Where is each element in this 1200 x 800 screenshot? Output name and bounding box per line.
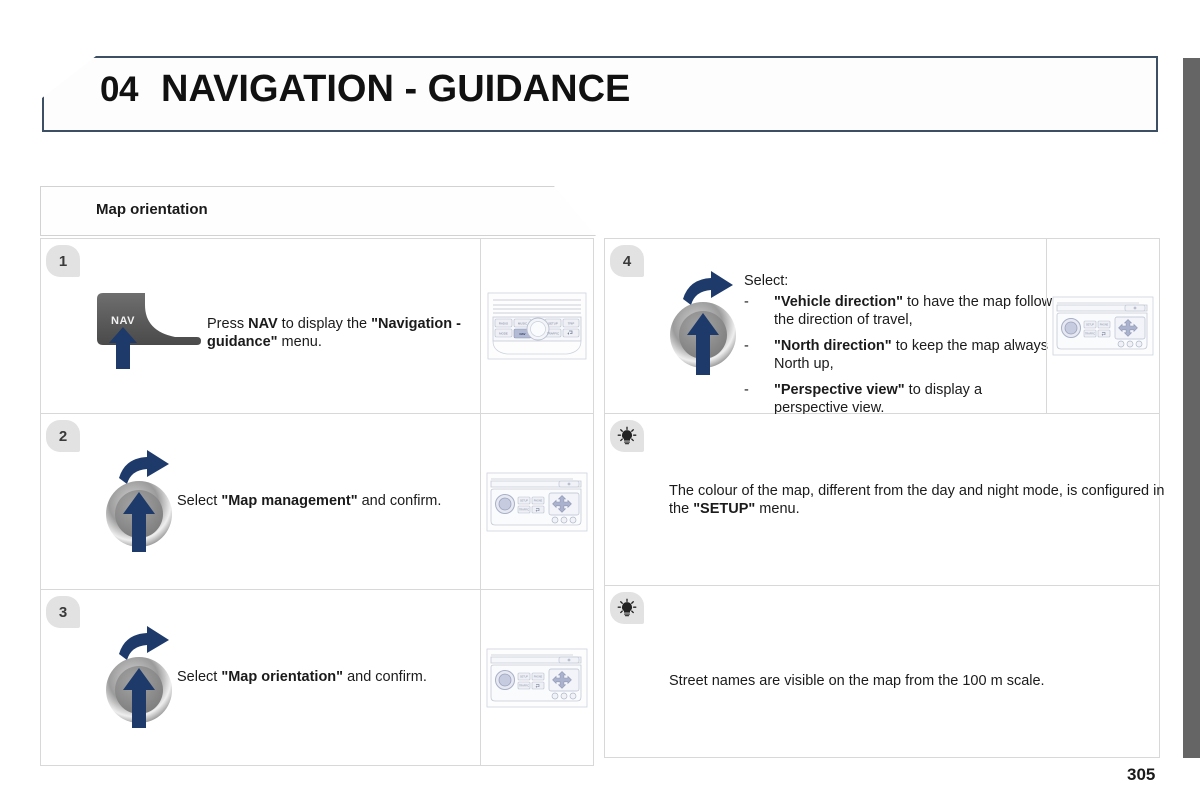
svg-text:NAV: NAV <box>520 332 526 336</box>
step-badge-2: 2 <box>46 420 80 452</box>
rotary-knob-icon <box>89 448 189 558</box>
chapter-number: 04 <box>100 70 138 109</box>
svg-text:TRAFFIC: TRAFFIC <box>519 684 529 687</box>
rotary-knob-icon <box>89 624 189 734</box>
svg-text:TRAFFIC: TRAFFIC <box>1085 333 1095 336</box>
step-3-text-content: Select "Map orientation" and confirm. <box>177 669 427 685</box>
bullet-text: "Perspective view" to display a perspect… <box>774 382 983 416</box>
svg-text:PHONE: PHONE <box>534 499 543 502</box>
step-row-3: 3 Select "Map orientation" and confirm. … <box>40 590 594 766</box>
lightbulb-icon <box>610 420 644 452</box>
step-row-1: 1 NAV Press NAV to display the "Navigati… <box>40 238 594 414</box>
step-badge-3: 3 <box>46 596 80 628</box>
tip-2-text-content: Street names are visible on the map from… <box>669 673 1045 689</box>
svg-text:SETUP: SETUP <box>520 675 528 678</box>
rotary-knob-icon <box>653 269 753 381</box>
chapter-title: NAVIGATION - GUIDANCE <box>161 68 631 110</box>
bullet-dash: - <box>744 294 749 310</box>
tip-2-text: Street names are visible on the map from… <box>669 672 1169 690</box>
step-4-bullet-list: - "Vehicle direction" to have the map fol… <box>744 293 1054 425</box>
step-1-text: Press NAV to display the "Navigation - g… <box>207 315 477 351</box>
svg-text:NAV: NAV <box>111 315 135 327</box>
svg-text:MODE: MODE <box>499 332 508 336</box>
svg-text:TRIP: TRIP <box>568 322 575 326</box>
step-2-text: Select "Map management" and confirm. <box>177 492 507 510</box>
step-row-2: 2 Select "Map management" and confirm. S… <box>40 414 594 590</box>
tip-1-text-content: The colour of the map, different from th… <box>669 483 1165 517</box>
step-4-content: 4 Select: - "Vehicle direction" to have … <box>605 239 1052 416</box>
step-3-picture: SETUP PHONE TRAFFIC <box>480 590 593 765</box>
bullet-text: "North direction" to keep the map always… <box>774 338 1049 372</box>
radio-panel-dpad-illustration: SETUP PHONE TRAFFIC <box>486 472 588 531</box>
tip-row-1: The colour of the map, different from th… <box>604 414 1164 586</box>
step-1-content: 1 NAV Press NAV to display the "Navigati… <box>41 239 480 413</box>
right-column: 4 Select: - "Vehicle direction" to have … <box>604 238 1164 758</box>
step-1-text-content: Press NAV to display the "Navigation - g… <box>207 316 461 350</box>
step-badge-1: 1 <box>46 245 80 277</box>
step-1-picture: RADIO MUSIC SETUP TRIP MODE NAV TRAFFIC <box>480 239 593 413</box>
svg-text:TRAFFIC: TRAFFIC <box>547 332 559 336</box>
page-edge-bar <box>1183 58 1200 758</box>
nav-key-icon: NAV <box>89 291 209 371</box>
page-number: 305 <box>1127 765 1156 784</box>
tip-row-2: Street names are visible on the map from… <box>604 586 1160 758</box>
step-4-bullet-2: - "North direction" to keep the map alway… <box>744 337 1054 373</box>
svg-text:PHONE: PHONE <box>534 675 543 678</box>
svg-text:MUSIC: MUSIC <box>518 322 527 326</box>
step-4-picture: SETUP PHONE TRAFFIC <box>1046 239 1159 413</box>
manual-page: 04 NAVIGATION - GUIDANCE Map orientation… <box>0 0 1200 800</box>
svg-text:RADIO: RADIO <box>499 322 509 326</box>
bullet-dash: - <box>744 338 749 354</box>
radio-panel-dpad-illustration: SETUP PHONE TRAFFIC <box>1052 296 1154 356</box>
bullet-text: "Vehicle direction" to have the map foll… <box>774 294 1053 328</box>
radio-panel-dpad-illustration: SETUP PHONE TRAFFIC <box>486 648 588 707</box>
svg-text:PHONE: PHONE <box>1100 324 1109 327</box>
svg-text:SETUP: SETUP <box>520 499 528 502</box>
tip-1-text: The colour of the map, different from th… <box>669 482 1169 518</box>
step-2-content: 2 Select "Map management" and confirm. <box>41 414 480 589</box>
section-title: Map orientation <box>96 201 208 218</box>
bullet-dash: - <box>744 382 749 398</box>
lightbulb-icon <box>610 592 644 624</box>
step-2-text-content: Select "Map management" and confirm. <box>177 493 442 509</box>
svg-text:SETUP: SETUP <box>548 322 558 326</box>
step-4-bullet-1: - "Vehicle direction" to have the map fol… <box>744 293 1054 329</box>
step-badge-4: 4 <box>610 245 644 277</box>
left-column: 1 NAV Press NAV to display the "Navigati… <box>40 238 594 766</box>
step-row-4: 4 Select: - "Vehicle direction" to have … <box>604 238 1160 416</box>
step-3-content: 3 Select "Map orientation" and confirm. <box>41 590 480 765</box>
svg-text:SETUP: SETUP <box>1086 324 1094 327</box>
step-4-bullet-3: - "Perspective view" to display a perspec… <box>744 381 1054 417</box>
radio-faceplate-illustration: RADIO MUSIC SETUP TRIP MODE NAV TRAFFIC <box>487 292 587 360</box>
svg-text:TRAFFIC: TRAFFIC <box>519 508 529 511</box>
step-3-text: Select "Map orientation" and confirm. <box>177 668 507 686</box>
step-4-lead: Select: <box>744 273 789 289</box>
step-2-picture: SETUP PHONE TRAFFIC <box>480 414 593 589</box>
